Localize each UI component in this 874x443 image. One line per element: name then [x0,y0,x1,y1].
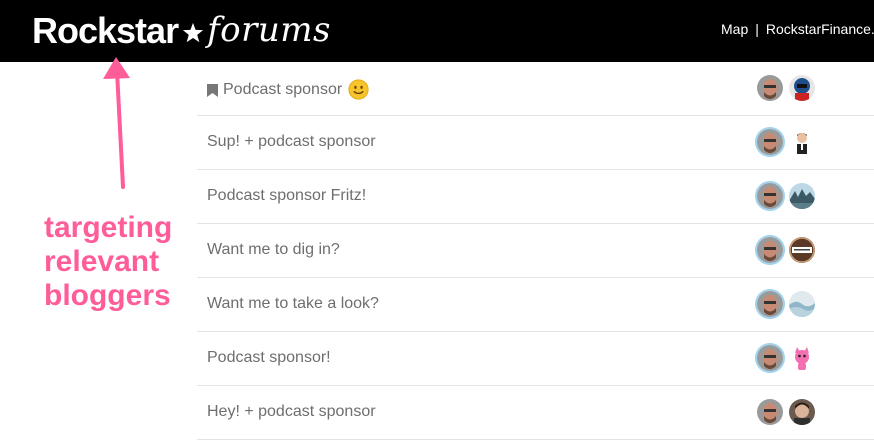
topic-title: Want me to dig in? [207,241,340,258]
topic-title: Hey! + podcast sponsor [207,403,376,420]
participant-avatars [757,237,821,263]
header-links: Map | RockstarFinance.c [721,21,874,37]
topic-title: Want me to take a look? [207,295,379,312]
participant-avatars [757,75,821,101]
avatar[interactable] [757,291,783,317]
avatar[interactable] [789,75,815,101]
topic-title: Podcast sponsor Fritz! [207,187,367,204]
avatar[interactable] [789,183,815,209]
topic-title-link[interactable]: Podcast sponsor! [207,349,331,367]
avatar[interactable] [789,129,815,155]
avatar[interactable] [789,399,815,425]
avatar[interactable] [757,183,783,209]
rockstar-finance-link[interactable]: RockstarFinance.c [766,21,874,37]
slightly-smiling-face-icon [348,79,369,100]
map-link[interactable]: Map [721,21,748,37]
annotation-line: targeting [44,211,173,244]
avatar[interactable] [757,129,783,155]
topic-title-link[interactable]: Want me to dig in? [207,241,340,259]
topic-row[interactable]: Podcast sponsor Fritz! [197,170,874,224]
topic-title: Sup! + podcast sponsor [207,133,376,150]
annotation-text: targeting relevant bloggers [44,211,172,313]
topic-list: Podcast sponsor Sup! + podcast sponsor P… [197,62,874,440]
topic-title-link[interactable]: Podcast sponsor Fritz! [207,187,366,205]
avatar[interactable] [757,345,783,371]
avatar[interactable] [757,75,783,101]
topic-row[interactable]: Podcast sponsor [197,62,874,116]
topic-title: Podcast sponsor! [207,349,331,366]
avatar[interactable] [757,237,783,263]
page: Rockstar forums Map | RockstarFinance.c … [0,0,874,443]
annotation-line: bloggers [44,279,171,312]
site-header: Rockstar forums Map | RockstarFinance.c [0,0,874,62]
topic-row[interactable]: Want me to take a look? [197,278,874,332]
topic-row[interactable]: Want me to dig in? [197,224,874,278]
star-icon [182,22,204,43]
avatar[interactable] [789,345,815,371]
avatar[interactable] [789,291,815,317]
topic-row[interactable]: Podcast sponsor! [197,332,874,386]
annotation-line: relevant [44,245,160,278]
participant-avatars [757,345,821,371]
topic-title-link[interactable]: Want me to take a look? [207,295,379,313]
participant-avatars [757,129,821,155]
participant-avatars [757,399,821,425]
topic-row[interactable]: Sup! + podcast sponsor [197,116,874,170]
site-logo[interactable]: Rockstar forums [32,6,331,56]
avatar[interactable] [789,237,815,263]
logo-main-text: Rockstar [32,10,179,51]
topic-title-link[interactable]: Sup! + podcast sponsor [207,133,376,151]
topic-title-link[interactable]: Hey! + podcast sponsor [207,403,376,421]
topic-title: Podcast sponsor [223,80,343,98]
link-separator: | [755,21,759,37]
avatar[interactable] [757,399,783,425]
participant-avatars [757,183,821,209]
annotation-arrow [103,57,130,189]
participant-avatars [757,291,821,317]
topic-row[interactable]: Hey! + podcast sponsor [197,386,874,440]
topic-title-link[interactable]: Podcast sponsor [207,79,369,100]
bookmark-icon [207,83,218,97]
logo-sub-text: forums [207,10,331,50]
